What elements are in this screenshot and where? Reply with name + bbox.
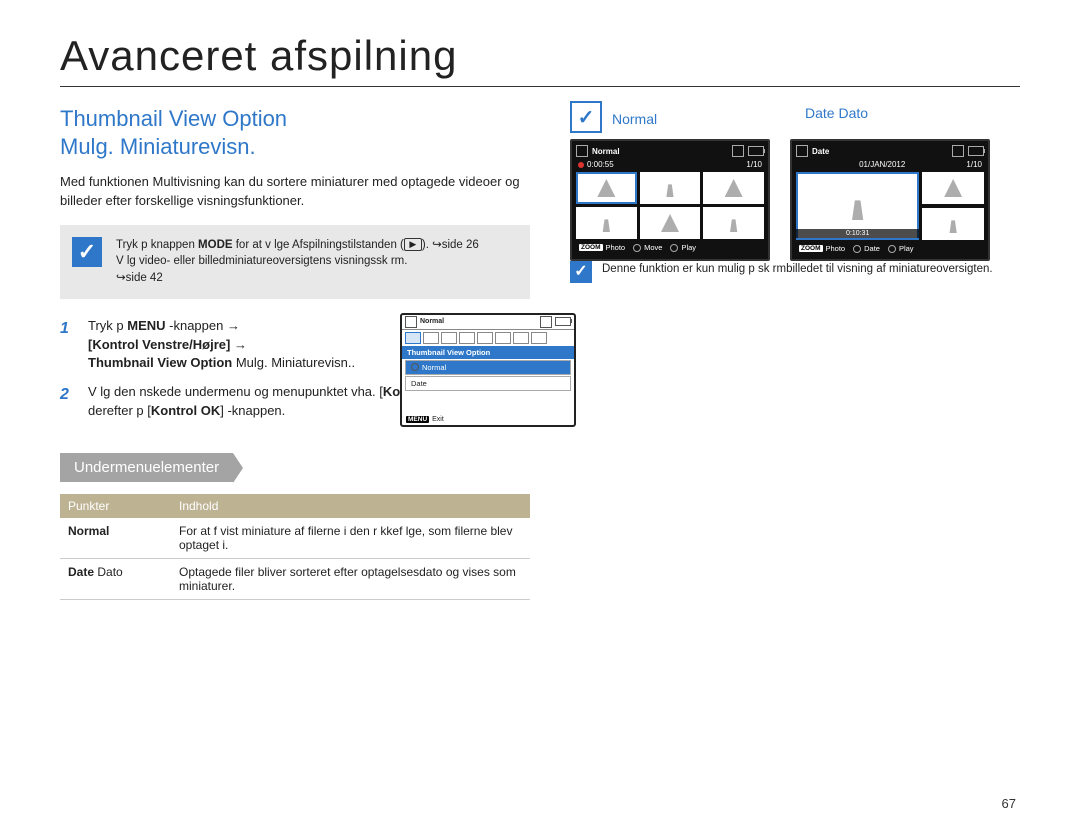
tip-line1a: Tryk p knappen [116, 239, 198, 251]
mode-icon [576, 145, 588, 157]
cam-topbar: Date [796, 145, 984, 157]
page-number: 67 [1002, 796, 1016, 811]
col-punkter: Punkter [60, 494, 171, 518]
dpad-icon [853, 245, 861, 253]
table-row: Date Dato Optagede filer bliver sorteret… [60, 558, 530, 599]
cam-bottombar: ZOOMPhoto Date Play [796, 244, 984, 253]
center-icon [888, 245, 896, 253]
section-heading-line2: Mulg. Miniaturevisn. [60, 134, 256, 159]
rec-dot-icon [578, 162, 584, 168]
note-text: Denne funktion er kun mulig p sk rmbille… [602, 261, 993, 283]
menu-tabrow [402, 330, 574, 346]
arrow-right-icon: → [234, 337, 247, 352]
section-heading-line1: Thumbnail View Option [60, 106, 287, 131]
tab-2 [423, 332, 439, 344]
date-banner: 01/JAN/2012 [859, 160, 905, 169]
col-indhold: Indhold [171, 494, 530, 518]
page-title: Avanceret afspilning [60, 32, 1020, 87]
step-number: 1 [60, 317, 74, 374]
card-icon [540, 316, 552, 328]
menu-item-normal: Normal [405, 360, 571, 375]
playback-mode-icon: ▶ [404, 238, 422, 251]
check-icon: ✓ [570, 261, 592, 283]
thumbnail [703, 207, 764, 239]
menu-exit: MENUExit [406, 416, 444, 423]
preview-title-date: Date Dato [805, 105, 868, 121]
thumbnail [576, 172, 637, 204]
table-row: Normal For at f vist miniature af filern… [60, 518, 530, 559]
counter: 1/10 [746, 160, 762, 169]
dpad-icon [633, 244, 641, 252]
tip-mode-key: MODE [198, 239, 233, 251]
arrow-right-icon: → [227, 318, 240, 333]
tab-6 [495, 332, 511, 344]
thumbnail [576, 207, 637, 239]
zoom-tag-icon: ZOOM [579, 244, 603, 251]
left-column: Thumbnail View Option Mulg. Miniaturevis… [60, 105, 530, 600]
thumbnail [640, 172, 701, 204]
tip-box: ✓ Tryk p knappen MODE for at v lge Afspi… [60, 225, 530, 299]
tab-3 [441, 332, 457, 344]
two-column-layout: Thumbnail View Option Mulg. Miniaturevis… [60, 105, 1020, 600]
tab-5 [477, 332, 493, 344]
menu-item-date: Date [405, 376, 571, 391]
section-heading: Thumbnail View Option Mulg. Miniaturevis… [60, 105, 530, 160]
note-box: ✓ Denne funktion er kun mulig p sk rmbil… [570, 261, 1020, 283]
card-icon [952, 145, 964, 157]
right-column: ✓ Normal Date Dato Normal [570, 105, 1020, 600]
menu-topbar: Normal [402, 315, 574, 330]
tip-line1b: for at v lge Afspilningstilstanden [233, 239, 397, 251]
check-icon: ✓ [72, 237, 102, 267]
menu-tag-icon: MENU [406, 416, 429, 423]
tip-text: Tryk p knappen MODE for at v lge Afspiln… [116, 237, 479, 287]
zoom-tag-icon: ZOOM [799, 245, 823, 252]
tip-line2: V lg video- eller billedminiatureoversig… [116, 255, 407, 267]
menu-screenshot: Normal Thumbnail View Option Normal Date… [400, 313, 576, 427]
table-header-row: Punkter Indhold [60, 494, 530, 518]
camera-screen-normal: Normal 0:00:55 1/10 [570, 139, 770, 261]
tab-1 [405, 332, 421, 344]
cam-status: 01/JAN/2012 1/10 [798, 160, 982, 169]
mode-icon [405, 316, 417, 328]
tab-7 [513, 332, 529, 344]
card-icon [732, 145, 744, 157]
thumbnail [703, 172, 764, 204]
bullet-icon [411, 363, 419, 371]
battery-icon [555, 317, 571, 326]
tip-page-ref-1: side 26 [442, 239, 479, 251]
thumbnail-large: 0:10:31 [796, 172, 919, 240]
cam-status: 0:00:55 1/10 [578, 160, 762, 169]
manual-page: Avanceret afspilning Thumbnail View Opti… [0, 0, 1080, 825]
thumbnails-grid [576, 172, 764, 239]
cam-bottombar: ZOOMPhoto Move Play [576, 243, 764, 252]
menu-header: Thumbnail View Option [402, 346, 574, 359]
step-number: 2 [60, 383, 74, 421]
rec-time: 0:00:55 [578, 160, 614, 169]
thumbnail [640, 207, 701, 239]
battery-icon [968, 146, 984, 156]
menu-top-label: Normal [420, 318, 444, 325]
tab-4 [459, 332, 475, 344]
thumbnail [922, 208, 984, 240]
tip-page-ref-2: side 42 [126, 272, 163, 284]
submenu-table: Punkter Indhold Normal For at f vist min… [60, 494, 530, 600]
preview-check-icon: ✓ [570, 101, 602, 133]
preview-title-normal: Normal [612, 111, 657, 127]
counter: 1/10 [966, 160, 982, 169]
thumbnail [922, 172, 984, 204]
tab-8 [531, 332, 547, 344]
battery-icon [748, 146, 764, 156]
center-icon [670, 244, 678, 252]
preview-row: Normal 0:00:55 1/10 [570, 139, 1020, 261]
submenu-heading: Undermenuelementer [60, 453, 233, 482]
clip-time: 0:10:31 [796, 229, 919, 238]
section-intro: Med funktionen Multivisning kan du sorte… [60, 173, 530, 211]
camera-screen-date: Date 01/JAN/2012 1/10 0:10:31 [790, 139, 990, 261]
mode-icon [796, 145, 808, 157]
cam-topbar: Normal [576, 145, 764, 157]
